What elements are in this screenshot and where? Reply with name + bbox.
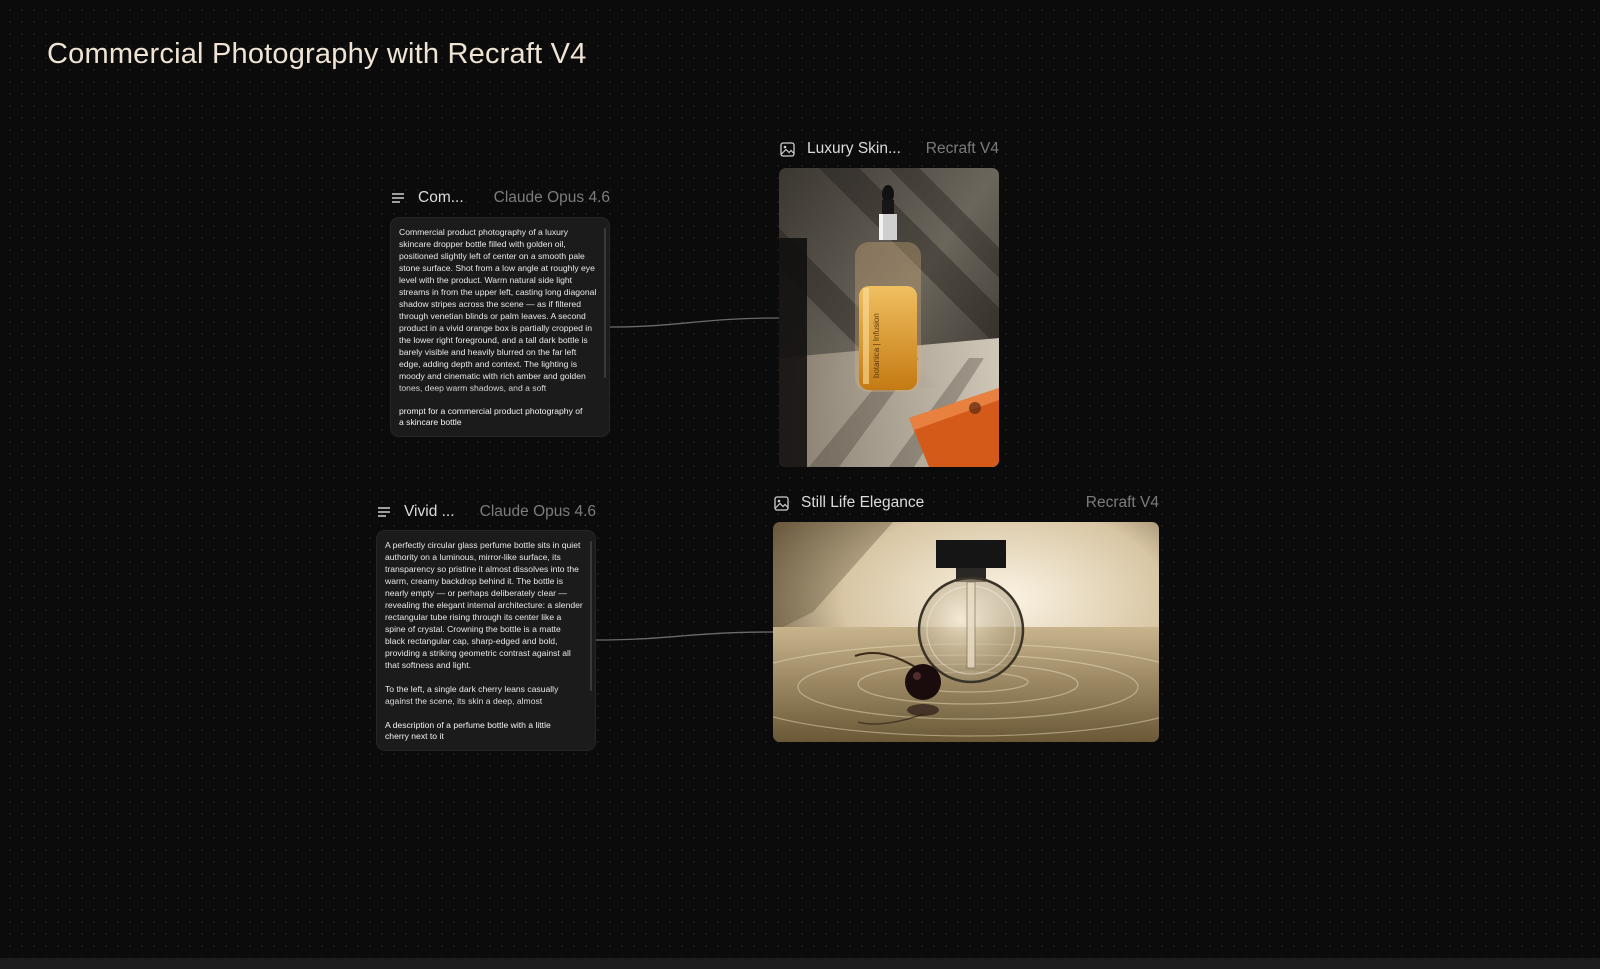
node-model: Claude Opus 4.6: [479, 503, 596, 520]
scrollbar[interactable]: [604, 228, 606, 378]
connector-prompt2-image2: [595, 631, 774, 641]
perfume-photo: [773, 522, 1159, 742]
prompt-caption: A description of a perfume bottle with a…: [385, 720, 551, 741]
node-name: Still Life Elegance: [801, 494, 925, 511]
bottle-label: botanica | Infusion: [872, 313, 881, 378]
node-name: Luxury Skin...: [807, 140, 901, 157]
prompt-text: Commercial product photography of a luxu…: [399, 227, 597, 393]
image-node-2-header[interactable]: Still Life Elegance Recraft V4: [773, 492, 1159, 514]
image-icon: [779, 141, 795, 157]
skincare-photo: botanica | Infusion: [779, 168, 999, 467]
node-model: Recraft V4: [1085, 494, 1159, 511]
prompt-node-2-header[interactable]: Vivid ... Claude Opus 4.6: [376, 501, 596, 523]
text-lines-icon: [376, 504, 392, 520]
scrollbar[interactable]: [590, 541, 592, 691]
image-icon: [773, 495, 789, 511]
text-lines-icon: [390, 190, 406, 206]
prompt-caption: prompt for a commercial product photogra…: [399, 406, 583, 427]
connector-prompt1-image1: [609, 317, 780, 328]
node-name: Vivid ...: [404, 503, 455, 520]
prompt-node-1-card[interactable]: Commercial product photography of a luxu…: [390, 217, 610, 437]
image-node-1-header[interactable]: Luxury Skin... Recraft V4: [779, 138, 999, 160]
node-model: Recraft V4: [925, 140, 999, 157]
prompt-node-2-card[interactable]: A perfectly circular glass perfume bottl…: [376, 530, 596, 751]
prompt-text: A perfectly circular glass perfume bottl…: [385, 540, 583, 706]
node-name: Com...: [418, 189, 464, 206]
skincare-bottle-image[interactable]: botanica | Infusion: [779, 168, 999, 467]
perfume-bottle-image[interactable]: [773, 522, 1159, 742]
node-model: Claude Opus 4.6: [493, 189, 610, 206]
prompt-node-1-header[interactable]: Com... Claude Opus 4.6: [390, 187, 610, 209]
